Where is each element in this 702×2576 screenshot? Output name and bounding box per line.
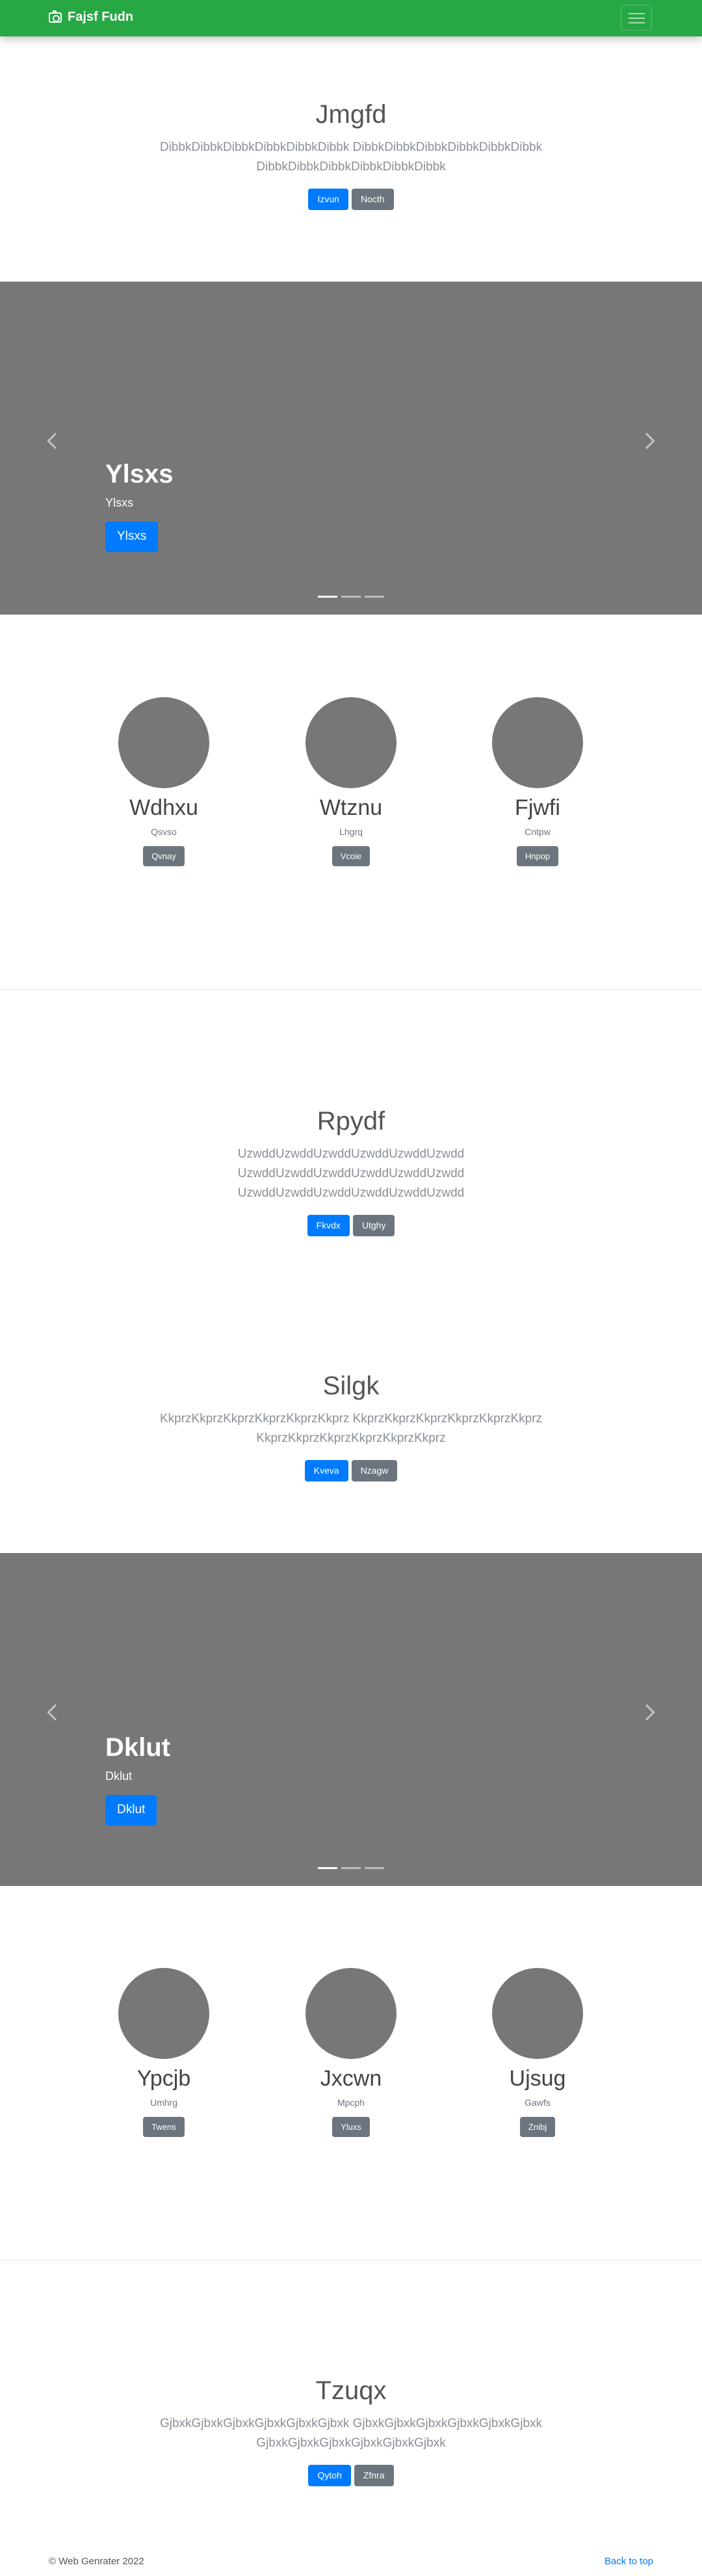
- carousel-indicator[interactable]: [341, 596, 361, 598]
- hamburger-icon: [629, 13, 645, 14]
- member-name: Wdhxu: [129, 795, 198, 820]
- hero-secondary-button[interactable]: Zfnra: [354, 2465, 394, 2486]
- team-member: Wtznu Lhgrq Vcoie: [273, 697, 429, 867]
- carousel-next-icon[interactable]: [638, 1704, 655, 1721]
- carousel-1: Ylsxs Ylsxs Ylsxs: [0, 282, 702, 615]
- team-member: Wdhxu Qsvso Qvnay: [86, 697, 242, 867]
- carousel-caption-button[interactable]: Dklut: [105, 1795, 157, 1826]
- carousel-caption-button[interactable]: Ylsxs: [105, 522, 159, 552]
- member-button[interactable]: Qvnay: [143, 845, 185, 867]
- footer: © Web Genrater 2022 Back to top: [49, 2556, 653, 2567]
- carousel-caption-text: Ylsxs: [105, 496, 134, 509]
- member-name: Wtznu: [319, 795, 383, 820]
- member-subtitle: Cntpw: [525, 826, 551, 837]
- hero-lead: GjbxkGjbxkGjbxkGjbxkGjbxkGjbxk GjbxkGjbx…: [159, 2417, 543, 2450]
- member-subtitle: Qsvso: [151, 826, 177, 837]
- carousel-indicator[interactable]: [341, 1867, 361, 1869]
- member-subtitle: Umhrg: [150, 2097, 177, 2108]
- hero-title: Tzuqx: [315, 2376, 387, 2405]
- hero-lead: UzwddUzwddUzwddUzwddUzwddUzwdd UzwddUzwd…: [237, 1147, 465, 1200]
- avatar: [118, 1968, 209, 2059]
- team-member: Ujsug Gawfs Znibj: [460, 1968, 616, 2138]
- navbar-brand[interactable]: Fajsf Fudn: [49, 10, 133, 25]
- hero-title: Silgk: [322, 1372, 380, 1400]
- carousel-indicator[interactable]: [365, 596, 384, 598]
- navbar: Fajsf Fudn: [0, 0, 702, 36]
- team-member: Fjwfi Cntpw Hnpop: [460, 697, 616, 867]
- team-section-1: Wdhxu Qsvso Qvnay Wtznu Lhgrq Vcoie Fjwf…: [0, 697, 702, 905]
- page: Fajsf Fudn Jmgfd DibbkDibbkDibbkDibbkDib…: [0, 0, 702, 2576]
- member-name: Ypcjb: [136, 2066, 191, 2091]
- member-button[interactable]: Vcoie: [332, 845, 370, 867]
- carousel-caption-title: Dklut: [105, 1733, 170, 1762]
- back-to-top-link[interactable]: Back to top: [604, 2556, 653, 2567]
- carousel-2: Dklut Dklut Dklut: [0, 1553, 702, 1886]
- hero-secondary-button[interactable]: Nzagw: [351, 1460, 398, 1481]
- hero-primary-button[interactable]: Kveva: [304, 1460, 348, 1481]
- navbar-toggler-button[interactable]: [621, 5, 652, 31]
- carousel-next-icon[interactable]: [638, 432, 655, 449]
- member-button[interactable]: Znibj: [519, 2116, 556, 2138]
- hero-primary-button[interactable]: Fkvdx: [307, 1215, 350, 1236]
- member-button[interactable]: Hnpop: [516, 845, 559, 867]
- carousel-caption-text: Dklut: [105, 1770, 133, 1783]
- avatar: [492, 1968, 583, 2059]
- footer-copyright: © Web Genrater 2022: [49, 2556, 144, 2567]
- carousel-indicators: [318, 596, 384, 598]
- team-member: Ypcjb Umhrg Twens: [86, 1968, 242, 2138]
- carousel-indicator[interactable]: [318, 1867, 337, 1869]
- hero-section-2: Rpydf UzwddUzwddUzwddUzwddUzwddUzwdd Uzw…: [0, 1106, 702, 1236]
- carousel-indicator[interactable]: [318, 596, 337, 598]
- hero-section-3: Silgk KkprzKkprzKkprzKkprzKkprzKkprz Kkp…: [0, 1370, 702, 1481]
- hero-section-1: Jmgfd DibbkDibbkDibbkDibbkDibbkDibbk Dib…: [0, 99, 702, 210]
- member-button[interactable]: Twens: [143, 2116, 185, 2138]
- carousel-caption-title: Ylsxs: [105, 460, 174, 488]
- brand-label: Fajsf Fudn: [68, 10, 134, 24]
- carousel-caption: Dklut Dklut Dklut: [105, 1732, 170, 1826]
- member-name: Ujsug: [509, 2066, 566, 2091]
- member-subtitle: Mpcph: [337, 2097, 365, 2108]
- carousel-indicator[interactable]: [365, 1867, 384, 1869]
- hero-title: Jmgfd: [315, 100, 387, 129]
- hero-lead: KkprzKkprzKkprzKkprzKkprzKkprz KkprzKkpr…: [159, 1412, 543, 1445]
- hero-lead: DibbkDibbkDibbkDibbkDibbkDibbk DibbkDibb…: [159, 140, 543, 174]
- member-button[interactable]: Yluxs: [332, 2116, 370, 2138]
- section-divider: [0, 989, 702, 990]
- section-divider: [0, 2260, 702, 2261]
- carousel-prev-icon[interactable]: [47, 432, 64, 449]
- carousel-prev-icon[interactable]: [47, 1704, 64, 1721]
- hero-secondary-button[interactable]: Utghy: [352, 1215, 395, 1236]
- hero-primary-button[interactable]: Izvun: [308, 189, 348, 210]
- avatar: [118, 697, 209, 788]
- hero-primary-button[interactable]: Qytoh: [308, 2465, 351, 2486]
- camera-icon: [49, 10, 62, 23]
- avatar: [306, 697, 396, 788]
- carousel-caption: Ylsxs Ylsxs Ylsxs: [105, 458, 174, 552]
- team-section-2: Ypcjb Umhrg Twens Jxcwn Mpcph Yluxs Ujsu…: [0, 1968, 702, 2176]
- team-member: Jxcwn Mpcph Yluxs: [273, 1968, 429, 2138]
- avatar: [306, 1968, 396, 2059]
- hero-title: Rpydf: [317, 1107, 385, 1135]
- hero-section-4: Tzuqx GjbxkGjbxkGjbxkGjbxkGjbxkGjbxk Gjb…: [0, 2375, 702, 2486]
- member-subtitle: Lhgrq: [339, 826, 363, 837]
- member-name: Jxcwn: [320, 2066, 382, 2091]
- member-subtitle: Gawfs: [525, 2097, 551, 2108]
- avatar: [492, 697, 583, 788]
- carousel-indicators: [318, 1867, 384, 1869]
- hero-secondary-button[interactable]: Nocth: [351, 189, 394, 210]
- member-name: Fjwfi: [515, 795, 560, 820]
